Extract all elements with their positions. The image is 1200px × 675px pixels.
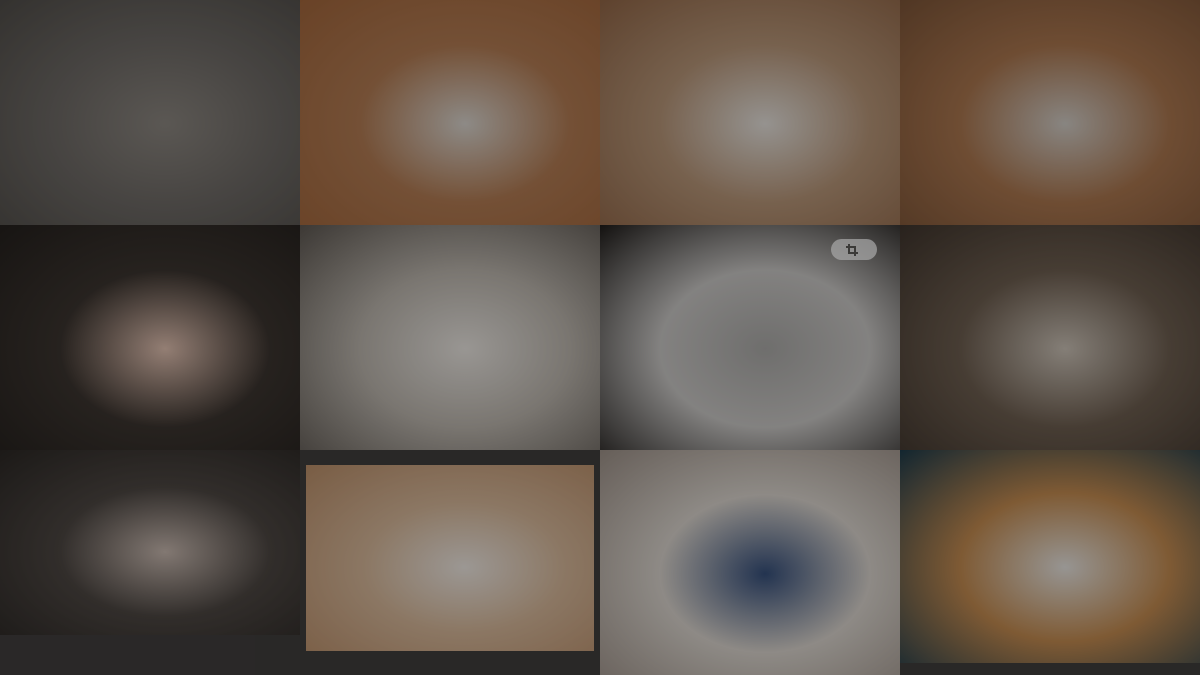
- photo-mosaic: [0, 0, 1200, 675]
- cat-photo-calico-hand[interactable]: [0, 225, 300, 450]
- cat-photo-cat-legs-carpet[interactable]: [300, 225, 600, 450]
- cat-photo-orange-cat-blanket[interactable]: [900, 0, 1200, 225]
- cat-photo-tabby-floor[interactable]: [900, 225, 1200, 450]
- cat-photo-white-tabby-blanket[interactable]: [600, 450, 900, 675]
- cat-photo-calico-cat-bed[interactable]: [0, 450, 300, 635]
- cat-photo-calico-on-rug[interactable]: [0, 0, 300, 225]
- cat-photo-orange-white-closeup[interactable]: [600, 0, 900, 225]
- crop-icon: [846, 244, 858, 256]
- cat-photo-cream-cat-sitting[interactable]: [306, 465, 594, 651]
- crop-button[interactable]: [831, 239, 877, 260]
- cat-photo-orange-cat-lying[interactable]: [900, 450, 1200, 663]
- cat-photo-two-orange-cats-bed[interactable]: [300, 0, 600, 225]
